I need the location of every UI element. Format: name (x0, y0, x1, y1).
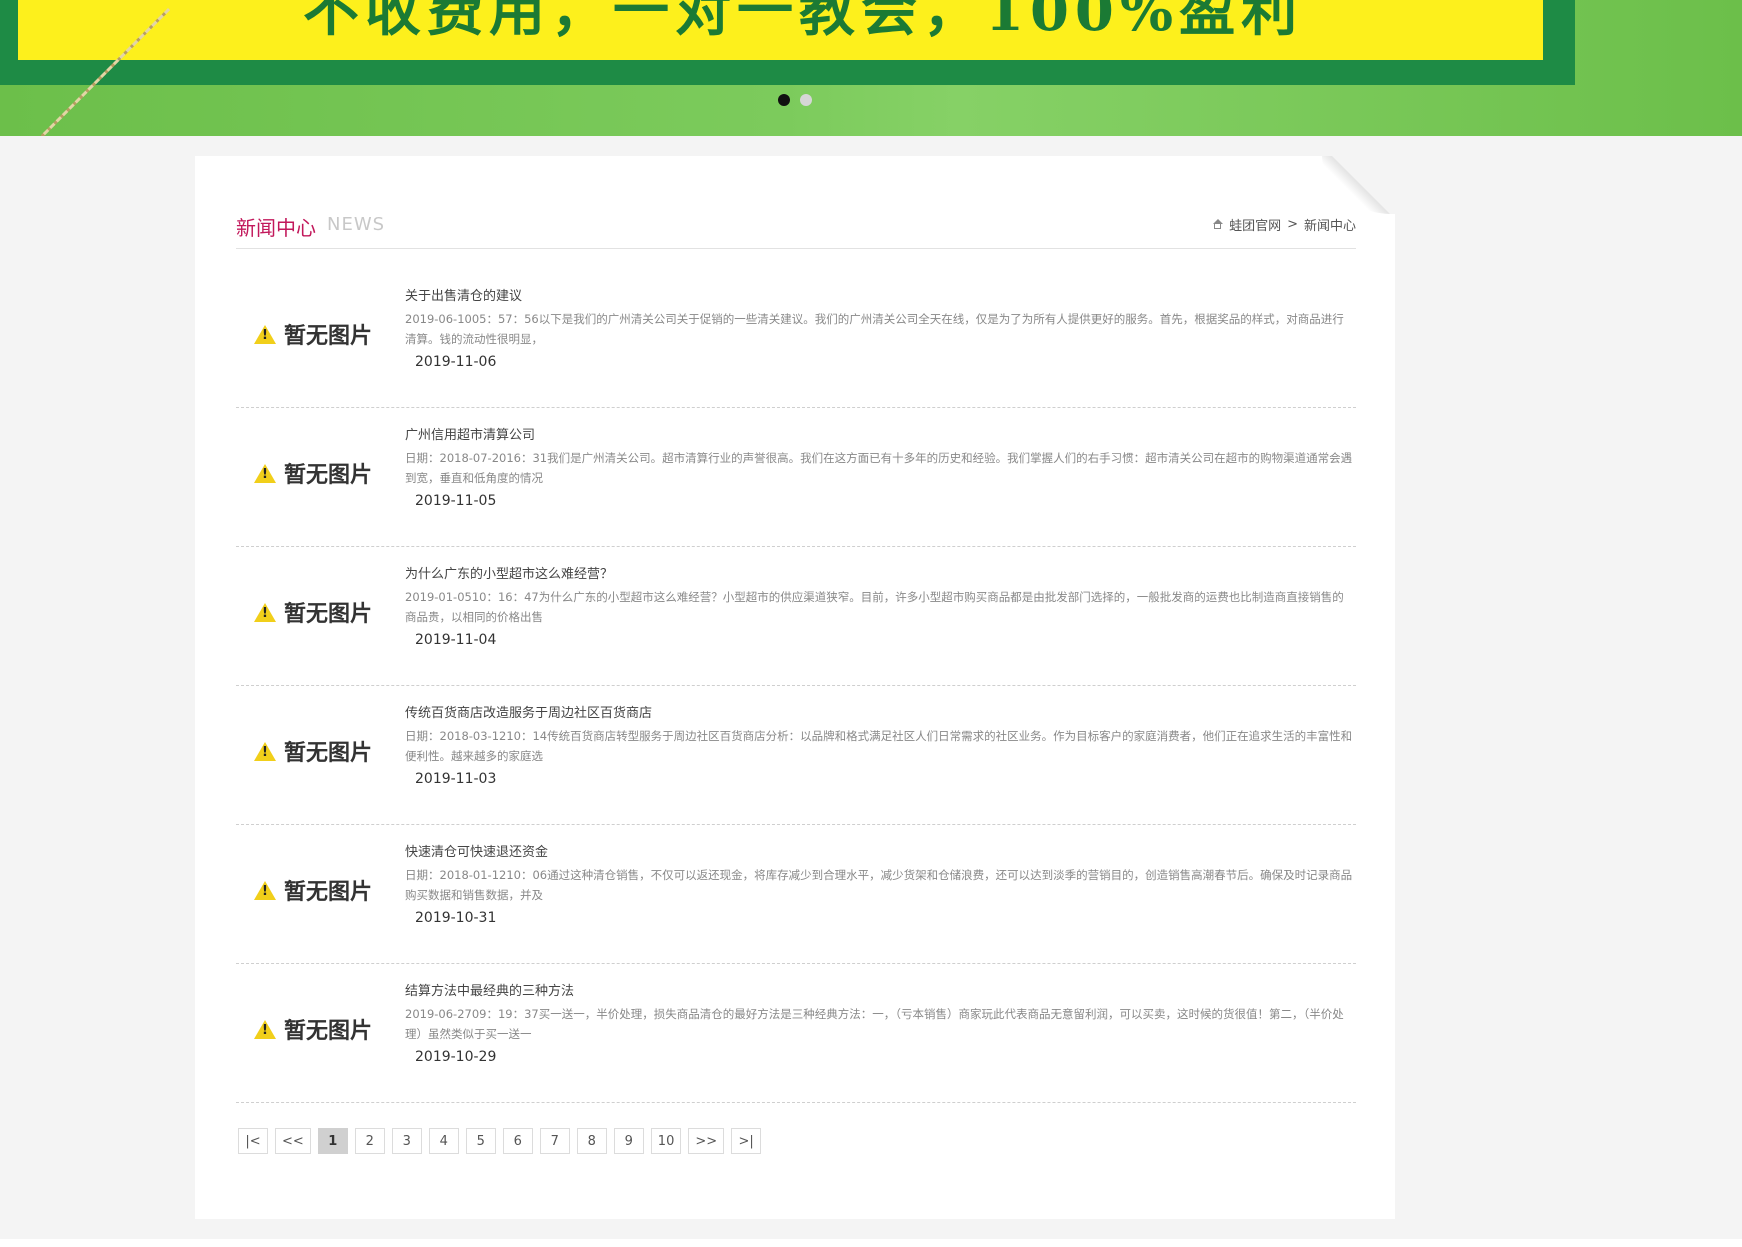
page-button-7[interactable]: 7 (539, 1128, 570, 1154)
warning-icon (254, 463, 276, 483)
breadcrumb: 蛙团官网 > 新闻中心 (1212, 215, 1356, 234)
carousel-dot-2[interactable] (800, 94, 812, 106)
news-title-link[interactable]: 结算方法中最经典的三种方法 (405, 980, 574, 999)
first-page-button[interactable]: |< (238, 1128, 268, 1154)
breadcrumb-separator: > (1287, 217, 1298, 232)
hero-banner: 不收费用，一对一教会，100%盈利 (0, 0, 1742, 136)
news-item: 暂无图片 传统百货商店改造服务于周边社区百货商店 日期：2018-03-1210… (236, 687, 1356, 825)
news-date: 2019-11-06 (415, 354, 497, 370)
news-summary: 2019-01-0510：16：47为什么广东的小型超市这么难经营？小型超市的供… (405, 590, 1344, 624)
breadcrumb-current-link[interactable]: 新闻中心 (1304, 215, 1356, 234)
banner-slogan: 不收费用，一对一教会，100%盈利 (303, 0, 1304, 44)
news-date: 2019-11-05 (415, 493, 497, 509)
warning-icon (254, 880, 276, 900)
news-item: 暂无图片 为什么广东的小型超市这么难经营？ 2019-01-0510：16：47… (236, 548, 1356, 686)
breadcrumb-home-link[interactable]: 蛙团官网 (1229, 215, 1281, 234)
news-title-link[interactable]: 传统百货商店改造服务于周边社区百货商店 (405, 702, 652, 721)
page-button-5[interactable]: 5 (465, 1128, 496, 1154)
news-summary: 2019-06-1005：57：56以下是我们的广州清关公司关于促销的一些清关建… (405, 312, 1344, 346)
banner-board: 不收费用，一对一教会，100%盈利 (0, 0, 1575, 85)
no-image-label: 暂无图片 (284, 880, 373, 905)
news-date: 2019-11-04 (415, 632, 497, 648)
page-button-6[interactable]: 6 (502, 1128, 533, 1154)
news-list: 暂无图片 关于出售清仓的建议 2019-06-1005：57：56以下是我们的广… (236, 270, 1356, 1104)
news-item: 暂无图片 结算方法中最经典的三种方法 2019-06-2709：19：37买一送… (236, 965, 1356, 1103)
no-image-label: 暂无图片 (284, 463, 373, 488)
section-subtitle: NEWS (327, 214, 386, 235)
page-button-3[interactable]: 3 (391, 1128, 422, 1154)
warning-icon (254, 1019, 276, 1039)
page-button-4[interactable]: 4 (428, 1128, 459, 1154)
no-image-label: 暂无图片 (284, 741, 373, 766)
page-button-2[interactable]: 2 (354, 1128, 385, 1154)
carousel-dot-1[interactable] (778, 94, 790, 106)
section-title: 新闻中心 (236, 216, 316, 240)
news-thumbnail[interactable]: 暂无图片 (254, 596, 372, 628)
no-image-label: 暂无图片 (284, 1019, 373, 1044)
section-header: 新闻中心 NEWS 蛙团官网 > 新闻中心 (236, 206, 1356, 249)
news-thumbnail[interactable]: 暂无图片 (254, 318, 372, 350)
news-title-link[interactable]: 关于出售清仓的建议 (405, 285, 522, 304)
news-item: 暂无图片 关于出售清仓的建议 2019-06-1005：57：56以下是我们的广… (236, 270, 1356, 408)
news-thumbnail[interactable]: 暂无图片 (254, 1013, 372, 1045)
last-page-button[interactable]: >| (731, 1128, 762, 1154)
news-date: 2019-11-03 (415, 771, 497, 787)
news-date: 2019-10-31 (415, 910, 497, 926)
no-image-label: 暂无图片 (284, 602, 373, 627)
news-summary: 2019-06-2709：19：37买一送一，半价处理，损失商品清仓的最好方法是… (405, 1007, 1344, 1041)
page-button-9[interactable]: 9 (613, 1128, 644, 1154)
banner-sign: 不收费用，一对一教会，100%盈利 (18, 0, 1543, 60)
news-title-link[interactable]: 快速清仓可快速退还资金 (405, 841, 548, 860)
news-summary: 日期：2018-07-2016：31我们是广州清关公司。超市清算行业的声誉很高。… (405, 451, 1353, 485)
warning-icon (254, 324, 276, 344)
news-thumbnail[interactable]: 暂无图片 (254, 735, 372, 767)
news-title-link[interactable]: 广州信用超市清算公司 (405, 424, 535, 443)
carousel-dots (778, 94, 812, 106)
news-summary: 日期：2018-01-1210：06通过这种清仓销售，不仅可以返还现金，将库存减… (405, 868, 1353, 902)
pagination: |< << 1 2 3 4 5 6 7 8 9 10 >> >| (238, 1128, 762, 1154)
news-date: 2019-10-29 (415, 1049, 497, 1065)
page-button-10[interactable]: 10 (650, 1128, 682, 1154)
prev-page-button[interactable]: << (275, 1128, 311, 1154)
warning-icon (254, 602, 276, 622)
next-page-button[interactable]: >> (688, 1128, 725, 1154)
news-item: 暂无图片 广州信用超市清算公司 日期：2018-07-2016：31我们是广州清… (236, 409, 1356, 547)
warning-icon (254, 741, 276, 761)
news-thumbnail[interactable]: 暂无图片 (254, 457, 372, 489)
news-thumbnail[interactable]: 暂无图片 (254, 874, 372, 906)
home-icon (1212, 219, 1224, 230)
news-item: 暂无图片 快速清仓可快速退还资金 日期：2018-01-1210：06通过这种清… (236, 826, 1356, 964)
page-button-1[interactable]: 1 (317, 1128, 348, 1154)
news-summary: 日期：2018-03-1210：14传统百货商店转型服务于周边社区百货商店分析：… (405, 729, 1353, 763)
page-button-8[interactable]: 8 (576, 1128, 607, 1154)
news-title-link[interactable]: 为什么广东的小型超市这么难经营？ (405, 563, 613, 582)
no-image-label: 暂无图片 (284, 324, 373, 349)
